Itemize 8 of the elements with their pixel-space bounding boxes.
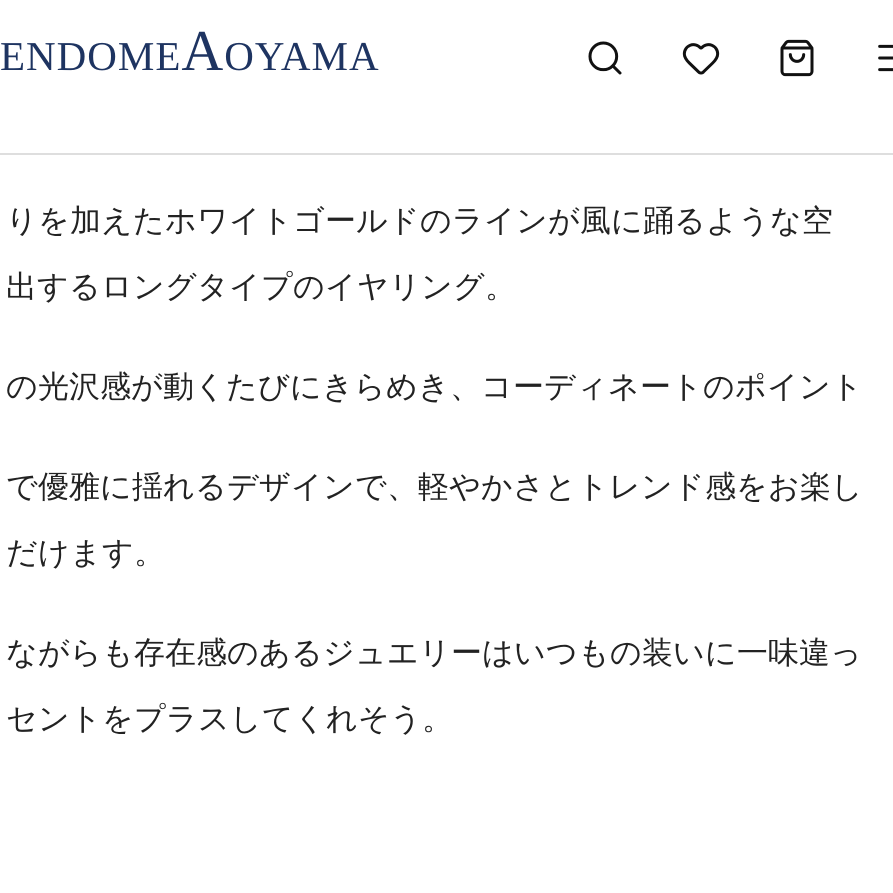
text-line: 出するロングタイプのイヤリング。	[6, 269, 516, 305]
text-line: セントをプラスしてくれそう。	[6, 701, 453, 737]
text-line: の光沢感が動くたびにきらめき、コーディネートのポイント	[6, 369, 863, 405]
text-line: だけます。	[6, 535, 165, 571]
logo[interactable]: endomeAoyama	[0, 22, 380, 80]
text-line: ながらも存在感のあるジュエリーはいつもの装いに一味違っ	[6, 635, 862, 671]
text-line: で優雅に揺れるデザインで、軽やかさとトレンド感をお楽し	[6, 469, 863, 505]
text-line: りを加えたホワイトゴールドのラインが風に踊るような空	[6, 203, 833, 239]
